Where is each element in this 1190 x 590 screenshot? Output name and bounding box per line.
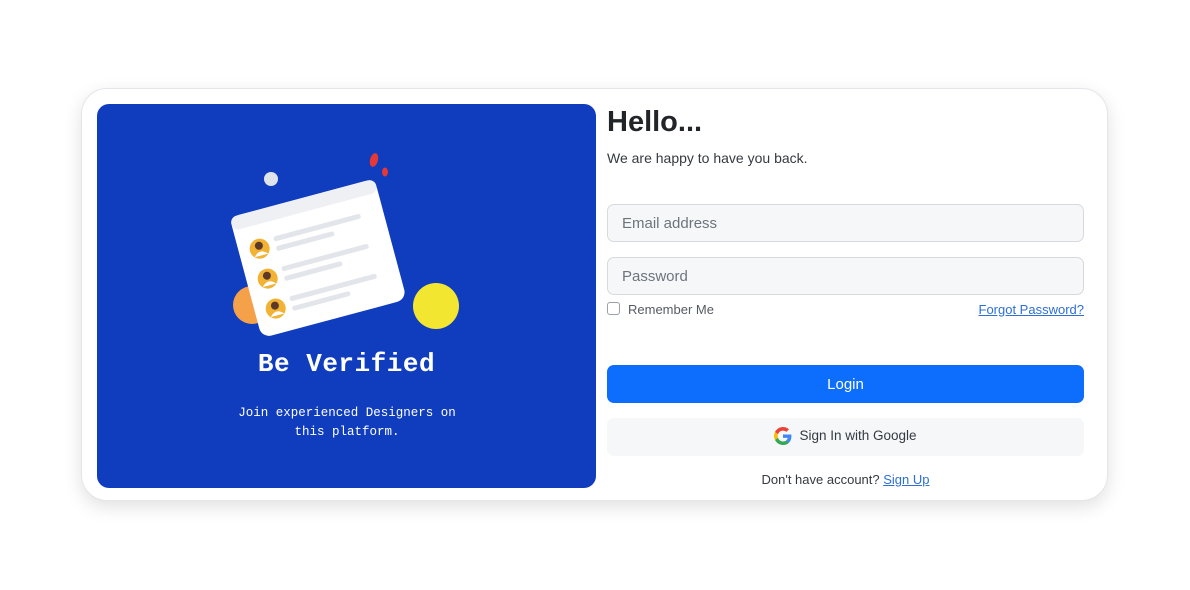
login-button[interactable]: Login xyxy=(607,365,1084,403)
google-signin-label: Sign In with Google xyxy=(799,428,917,443)
google-signin-button[interactable]: Sign In with Google xyxy=(607,418,1084,456)
page-subtitle: We are happy to have you back. xyxy=(607,150,808,166)
panel-title: Be Verified xyxy=(257,349,436,379)
no-account-text: Don't have account? xyxy=(761,472,880,487)
remember-me-checkbox[interactable] xyxy=(607,302,620,315)
yellow-circle xyxy=(413,283,459,329)
login-form: Hello... We are happy to have you back. … xyxy=(607,104,1084,488)
signup-link[interactable]: Sign Up xyxy=(883,472,929,487)
verified-illustration xyxy=(231,153,459,336)
dot-decoration xyxy=(264,172,278,186)
email-input[interactable] xyxy=(607,204,1084,242)
promo-panel: Be Verified Join experienced Designers o… xyxy=(97,104,596,488)
signup-row: Don't have account? Sign Up xyxy=(607,472,1084,487)
page-title: Hello... xyxy=(607,106,703,138)
google-icon xyxy=(774,426,792,445)
remember-row: Remember Me Forgot Password? xyxy=(607,302,1084,320)
login-card: Be Verified Join experienced Designers o… xyxy=(81,88,1108,501)
remember-me-label[interactable]: Remember Me xyxy=(628,302,714,317)
drops-decoration xyxy=(369,153,388,177)
forgot-password-link[interactable]: Forgot Password? xyxy=(979,302,1085,317)
panel-subtitle: Join experienced Designers on this platf… xyxy=(238,406,456,439)
password-input[interactable] xyxy=(607,257,1084,295)
user-list-card xyxy=(231,180,405,336)
